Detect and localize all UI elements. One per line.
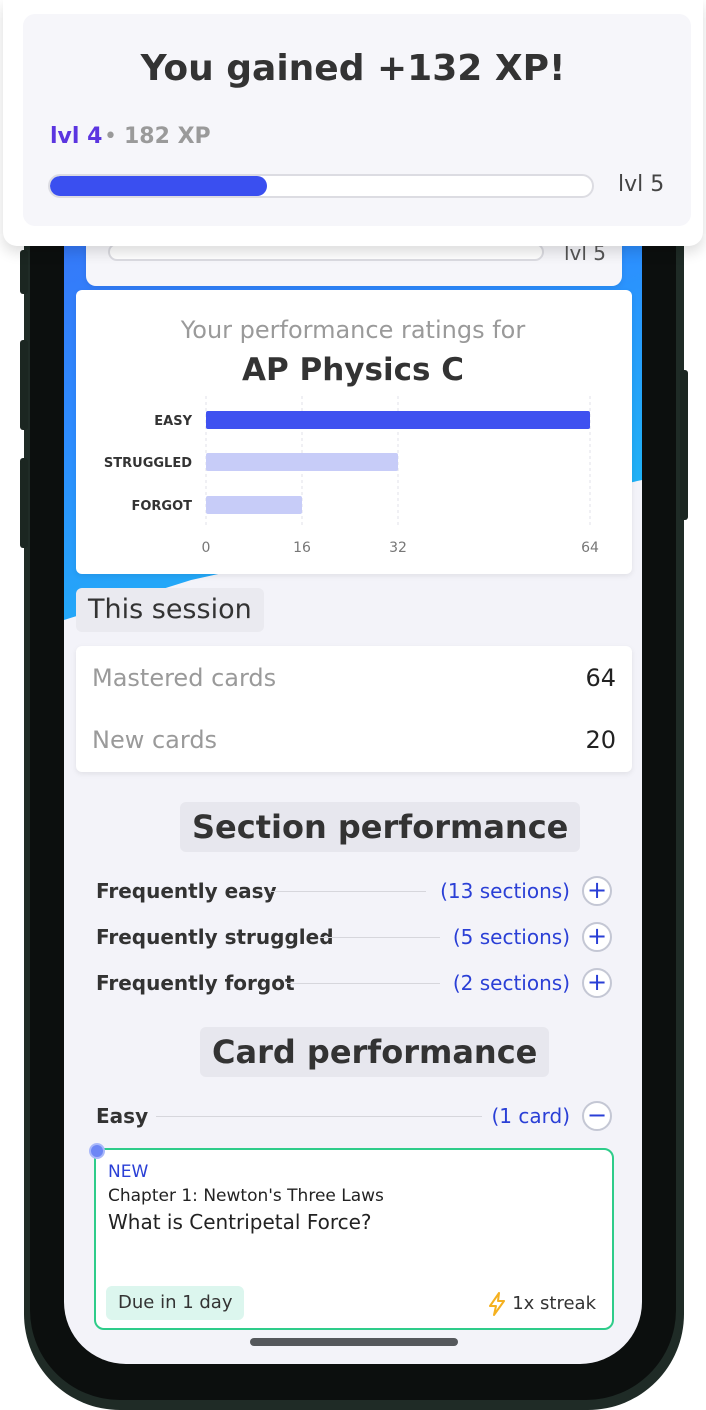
lightning-icon: [489, 1292, 506, 1316]
session-heading: This session: [76, 588, 264, 632]
card-chapter: Chapter 1: Newton's Three Laws: [108, 1186, 384, 1206]
bar-struggled: [206, 453, 398, 471]
perf-row-label: Frequently easy: [96, 879, 277, 903]
chart-subtitle: Your performance ratings for: [180, 316, 526, 344]
category-label: FORGOT: [131, 499, 192, 514]
home-indicator[interactable]: [250, 1338, 458, 1346]
expand-plus-icon[interactable]: +: [582, 968, 612, 998]
bar-easy: [206, 411, 590, 429]
perf-row-divider: [320, 937, 440, 938]
stat-value: 20: [585, 726, 616, 754]
bar-forgot: [206, 496, 302, 514]
perf-row-label: Frequently struggled: [96, 925, 334, 949]
phone-volume-down-button: [20, 458, 28, 548]
perf-row-count[interactable]: (13 sections): [440, 874, 570, 908]
expand-plus-icon[interactable]: +: [582, 922, 612, 952]
phone-power-button: [680, 370, 688, 520]
stat-label: Mastered cards: [92, 664, 277, 692]
streak-label: 1x streak: [512, 1293, 596, 1314]
due-badge: Due in 1 day: [106, 1286, 245, 1320]
phone-side-button: [20, 250, 28, 294]
perf-row-count[interactable]: (2 sections): [453, 966, 570, 1000]
next-level: lvl 5: [618, 172, 665, 197]
course-title: AP Physics C: [242, 352, 464, 388]
stat-row-mastered: Mastered cards 64: [92, 664, 616, 696]
card-indicator-dot: [89, 1143, 105, 1159]
perf-row-label: Frequently forgot: [96, 971, 295, 995]
card-performance-heading: Card performance: [200, 1027, 550, 1077]
card-group-count[interactable]: (1 card): [491, 1099, 570, 1133]
performance-bar-chart: 0 16 32 64 EASY STRUGGLED FORGOT: [104, 396, 599, 556]
section-performance-heading: Section performance: [180, 802, 581, 852]
perf-row-divider: [286, 983, 440, 984]
xp-gained-popup[interactable]: [3, 0, 703, 246]
card-group-label: Easy: [96, 1104, 149, 1128]
new-tag: NEW: [108, 1162, 149, 1182]
total-xp: 182 XP: [124, 124, 211, 149]
collapse-minus-icon[interactable]: −: [582, 1101, 612, 1131]
perf-row-divider: [270, 891, 426, 892]
perf-row-forgot[interactable]: Frequently forgot (2 sections) +: [96, 966, 616, 1000]
x-tick-label: 64: [581, 540, 599, 556]
flashcard-item[interactable]: NEW Chapter 1: Newton's Three Laws What …: [94, 1148, 614, 1330]
card-group-divider: [156, 1116, 482, 1117]
expand-plus-icon[interactable]: +: [582, 876, 612, 906]
xp-progress-bar: [48, 174, 594, 198]
stat-label: New cards: [92, 726, 218, 754]
current-level: lvl 4: [50, 124, 103, 149]
perf-row-struggled[interactable]: Frequently struggled (5 sections) +: [96, 920, 616, 954]
category-label: EASY: [154, 414, 192, 429]
perf-row-easy[interactable]: Frequently easy (13 sections) +: [96, 874, 616, 908]
card-question: What is Centripetal Force?: [108, 1210, 372, 1234]
stat-row-new: New cards 20: [92, 726, 616, 758]
x-tick-label: 16: [293, 540, 311, 556]
streak-indicator: 1x streak: [488, 1290, 596, 1318]
level-separator: •: [104, 124, 117, 149]
xp-progress-fill: [50, 176, 267, 196]
category-label: STRUGGLED: [104, 456, 192, 471]
xp-gained-title: You gained +132 XP!: [140, 48, 566, 89]
perf-row-count[interactable]: (5 sections): [453, 920, 570, 954]
x-tick-label: 0: [202, 540, 211, 556]
x-tick-label: 32: [389, 540, 407, 556]
card-group-easy[interactable]: Easy (1 card) −: [96, 1099, 616, 1133]
stat-value: 64: [585, 664, 616, 692]
